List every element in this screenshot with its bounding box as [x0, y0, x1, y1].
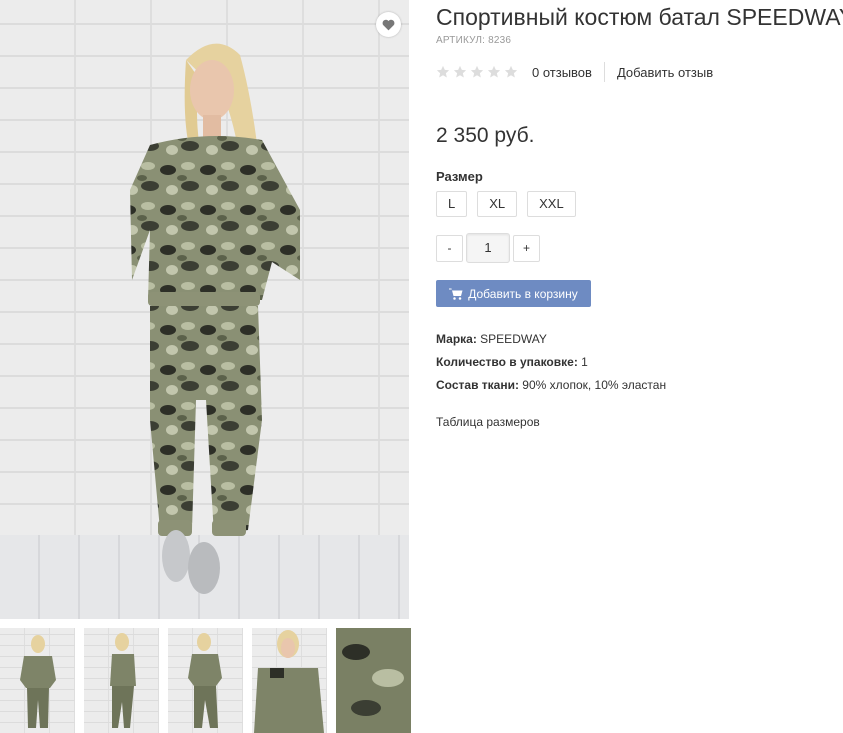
divider	[603, 62, 605, 82]
property-value: SPEEDWAY	[480, 332, 547, 346]
property-label: Марка:	[436, 332, 477, 346]
property-label: Количество в упаковке:	[436, 355, 578, 369]
quantity-increase-button[interactable]: +	[513, 234, 540, 262]
thumbnail-5[interactable]	[336, 628, 411, 733]
size-option-xxl[interactable]: XXL	[527, 191, 576, 217]
add-to-cart-label: Добавить в корзину	[468, 286, 578, 301]
heart-icon	[382, 19, 395, 30]
thumbnail-image	[336, 628, 411, 733]
product-properties: Марка: SPEEDWAY Количество в упаковке: 1…	[436, 331, 666, 400]
star-icon[interactable]	[436, 65, 450, 79]
star-icon[interactable]	[453, 65, 467, 79]
thumbnail-2[interactable]	[84, 628, 159, 733]
property-pack-quantity: Количество в упаковке: 1	[436, 354, 666, 377]
quantity-input[interactable]: 1	[466, 233, 510, 263]
thumbnail-gallery	[0, 628, 420, 733]
thumbnail-image	[254, 630, 324, 733]
product-price: 2 350 руб.	[436, 124, 535, 147]
size-table-link[interactable]: Таблица размеров	[436, 415, 540, 429]
size-label: Размер	[436, 169, 483, 184]
rating-stars[interactable]	[436, 65, 518, 79]
property-brand: Марка: SPEEDWAY	[436, 331, 666, 354]
main-product-image[interactable]	[0, 0, 409, 619]
property-label: Состав ткани:	[436, 378, 519, 392]
product-title: Спортивный костюм батал SPEEDWAY	[436, 4, 843, 30]
star-icon[interactable]	[504, 65, 518, 79]
favorite-button[interactable]	[376, 12, 401, 37]
thumbnail-3[interactable]	[168, 628, 243, 733]
property-value: 1	[581, 355, 588, 369]
quantity-decrease-button[interactable]: -	[436, 234, 463, 262]
property-fabric: Состав ткани: 90% хлопок, 10% эластан	[436, 377, 666, 400]
star-icon[interactable]	[470, 65, 484, 79]
add-to-cart-button[interactable]: Добавить в корзину	[436, 280, 591, 307]
size-option-xl[interactable]: XL	[477, 191, 518, 217]
property-value: 90% хлопок, 10% эластан	[522, 378, 667, 392]
thumbnail-image	[20, 635, 56, 728]
thumbnail-4[interactable]	[252, 628, 327, 733]
thumbnail-image	[110, 633, 136, 728]
cart-icon	[449, 288, 463, 300]
reviews-count-link[interactable]: 0 отзывов	[532, 65, 592, 80]
add-review-link[interactable]: Добавить отзыв	[617, 65, 713, 80]
thumbnail-image	[188, 633, 222, 728]
size-selector: L XL XXL	[436, 191, 576, 217]
rating-row: 0 отзывов Добавить отзыв	[436, 62, 713, 82]
size-option-l[interactable]: L	[436, 191, 468, 217]
star-icon[interactable]	[487, 65, 501, 79]
product-sku: АРТИКУЛ: 8236	[436, 35, 512, 46]
thumbnail-1[interactable]	[0, 628, 75, 733]
quantity-stepper: - 1 +	[436, 233, 540, 263]
model-figure	[130, 43, 300, 594]
